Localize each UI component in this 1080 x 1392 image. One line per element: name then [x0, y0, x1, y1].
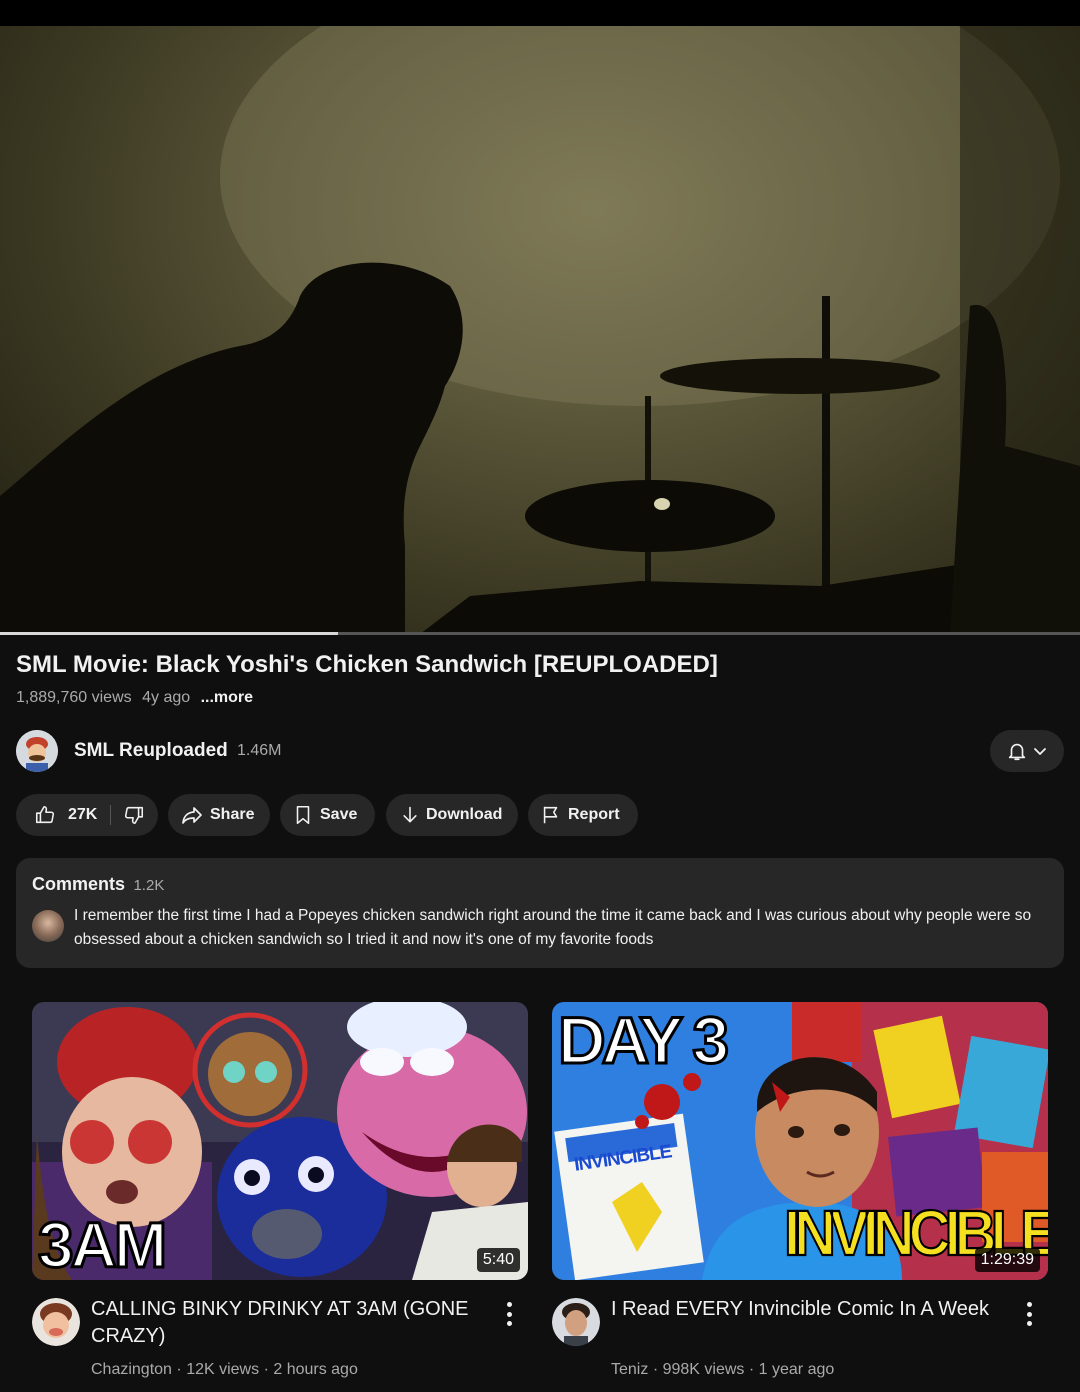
video-thumbnail[interactable]: 3AM 5:40 — [32, 1002, 528, 1280]
view-count: 998K views — [662, 1361, 745, 1378]
avatar[interactable] — [16, 730, 58, 772]
subscriber-count: 1.46M — [237, 742, 282, 759]
video-title[interactable]: CALLING BINKY DRINKY AT 3AM (GONE CRAZY) — [91, 1296, 471, 1350]
download-button[interactable]: Download — [386, 794, 518, 836]
meta-separator: · — [748, 1361, 759, 1378]
upload-age: 1 year ago — [758, 1361, 835, 1378]
meta-separator: · — [263, 1361, 274, 1378]
share-label: Share — [210, 806, 255, 823]
video-card[interactable]: 3AM 5:40 CALLING BINKY DRINKY AT 3AM (GO… — [32, 1002, 528, 1378]
more-options-icon[interactable] — [504, 1302, 514, 1326]
video-card[interactable]: DAY 3 INVINCIBLE INVINCIBLE 1:29:39 I Re… — [552, 1002, 1048, 1378]
thumbs-up-icon[interactable] — [34, 804, 56, 826]
chevron-down-icon — [1034, 748, 1046, 755]
comments-panel[interactable]: Comments 1.2K I remember the first time … — [16, 858, 1064, 968]
view-count: 12K views — [186, 1361, 260, 1378]
video-title: SML Movie: Black Yoshi's Chicken Sandwic… — [16, 651, 718, 678]
save-button[interactable]: Save — [280, 794, 375, 836]
more-link[interactable]: ...more — [201, 689, 253, 706]
video-title[interactable]: I Read EVERY Invincible Comic In A Week — [611, 1296, 991, 1323]
duration-badge: 5:40 — [476, 1248, 520, 1272]
duration-badge: 1:29:39 — [974, 1248, 1040, 1272]
status-bar — [0, 0, 1080, 26]
video-meta: Chazington · 12K views · 2 hours ago — [91, 1361, 358, 1379]
video-progress-bar[interactable] — [0, 632, 1080, 635]
avatar — [32, 910, 64, 942]
bookmark-icon — [296, 805, 310, 825]
report-button[interactable]: Report — [528, 794, 638, 836]
share-button[interactable]: Share — [168, 794, 270, 836]
video-progress-fill — [0, 632, 339, 635]
video-player[interactable] — [0, 26, 1080, 634]
thumbnail-caption: DAY 3 — [556, 1002, 730, 1079]
save-label: Save — [320, 806, 358, 823]
avatar[interactable] — [32, 1298, 80, 1346]
video-meta[interactable]: 1,889,760 views 4y ago ...more — [16, 688, 259, 708]
comments-label: Comments — [32, 874, 126, 894]
thumbnail-caption: 3AM — [36, 1209, 168, 1281]
share-icon — [182, 807, 202, 824]
like-dislike-segment: 27K — [16, 794, 158, 836]
thumbs-down-icon[interactable] — [123, 804, 145, 826]
upload-age: 2 hours ago — [273, 1361, 358, 1378]
meta-separator: · — [176, 1361, 187, 1378]
comments-count: 1.2K — [133, 877, 165, 894]
flag-icon — [543, 806, 558, 824]
video-thumbnail[interactable]: DAY 3 INVINCIBLE INVINCIBLE 1:29:39 — [552, 1002, 1048, 1280]
report-label: Report — [568, 806, 620, 823]
view-count: 1,889,760 views — [16, 689, 132, 706]
meta-separator: · — [652, 1361, 663, 1378]
video-meta: Teniz · 998K views · 1 year ago — [611, 1361, 834, 1379]
video-frame — [0, 26, 1080, 634]
bell-icon — [1008, 743, 1026, 761]
like-divider — [110, 805, 112, 825]
channel-name[interactable]: Teniz — [611, 1361, 648, 1378]
download-icon — [403, 806, 417, 823]
download-label: Download — [426, 806, 503, 823]
channel-name[interactable]: Chazington — [91, 1361, 172, 1378]
channel-row: SML Reuploaded 1.46M — [16, 730, 1064, 774]
more-options-icon[interactable] — [1024, 1302, 1034, 1326]
channel-name[interactable]: SML Reuploaded — [74, 740, 228, 762]
top-comment-text: I remember the first time I had a Popeye… — [74, 907, 1032, 948]
like-count[interactable]: 27K — [68, 806, 97, 824]
subscribed-notifications-button[interactable] — [990, 730, 1064, 772]
avatar[interactable] — [552, 1298, 600, 1346]
upload-age: 4y ago — [142, 689, 191, 706]
comments-header: Comments 1.2K — [32, 874, 164, 895]
